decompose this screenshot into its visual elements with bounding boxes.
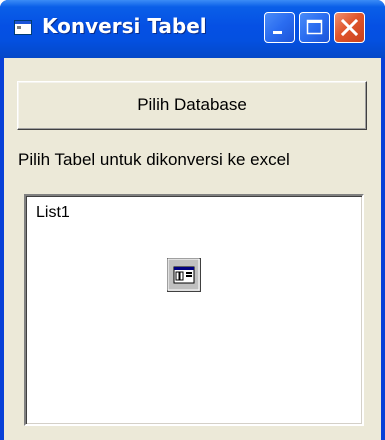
maximize-icon (306, 19, 323, 35)
minimize-icon (273, 31, 282, 34)
table-listbox[interactable]: List1 (24, 194, 364, 426)
app-window: Konversi Tabel Pilih Database Pilih Tabe… (0, 0, 385, 440)
select-database-button[interactable]: Pilih Database (17, 81, 367, 130)
minimize-button[interactable] (264, 12, 295, 43)
listbox-control-icon (167, 258, 201, 292)
app-window-icon (14, 20, 32, 35)
close-button[interactable] (334, 12, 365, 43)
maximize-button[interactable] (299, 12, 330, 43)
client-area: Pilih Database Pilih Tabel untuk dikonve… (4, 58, 381, 440)
title-bar[interactable]: Konversi Tabel (0, 0, 385, 58)
instruction-label: Pilih Tabel untuk dikonversi ke excel (18, 150, 290, 169)
close-icon (340, 18, 359, 37)
window-title: Konversi Tabel (42, 14, 207, 38)
list-item[interactable]: List1 (36, 204, 70, 222)
